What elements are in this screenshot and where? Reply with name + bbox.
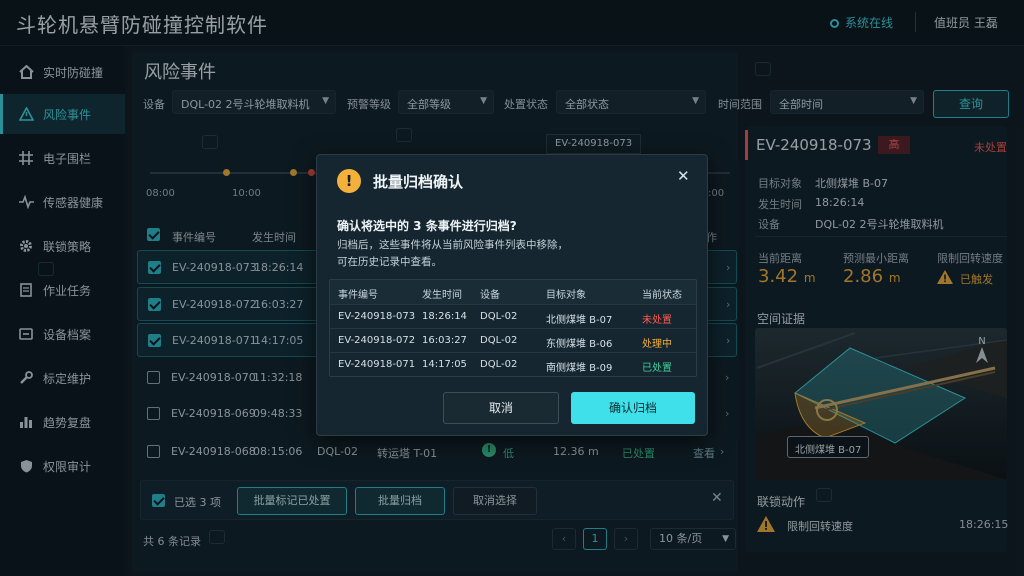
dialog-desc-line2: 可在历史记录中查看。 [337,256,442,268]
dialog-event-table: 事件编号 发生时间 设备 目标对象 当前状态 EV-240918-073 18:… [329,279,697,377]
dialog-row-target: 南侧煤堆 B-09 [546,363,613,374]
archive-confirm-dialog: ! 批量归档确认 ✕ 确认将选中的 3 条事件进行归档? 归档后，这些事件将从当… [316,154,708,436]
dialog-col-state: 当前状态 [642,290,682,301]
dialog-desc-line1: 归档后，这些事件将从当前风险事件列表中移除， [337,239,568,251]
dialog-row-device: DQL-02 [480,359,518,370]
close-icon[interactable]: ✕ [677,167,690,185]
dialog-row-device: DQL-02 [480,335,518,346]
dialog-row-time: 16:03:27 [422,335,467,346]
dialog-table-row: EV-240918-072 16:03:27 DQL-02 东侧煤堆 B-06 … [330,328,696,352]
dialog-table-header: 事件编号 发生时间 设备 目标对象 当前状态 [330,280,696,304]
app-window: 斗轮机悬臂防碰撞控制软件 系统在线 值班员 王磊 实时防碰撞 风险事件 电子围栏… [0,0,1024,576]
dialog-col-target: 目标对象 [546,290,586,301]
dialog-row-target: 北侧煤堆 B-07 [546,315,613,326]
dialog-row-device: DQL-02 [480,311,518,322]
dialog-question: 确认将选中的 3 条事件进行归档? [337,219,517,233]
dialog-row-id: EV-240918-071 [338,359,416,370]
dialog-row-state: 未处置 [642,315,672,326]
dialog-col-time: 发生时间 [422,290,462,301]
dialog-row-state: 处理中 [642,339,672,350]
confirm-archive-button[interactable]: 确认归档 [571,392,695,424]
warning-icon: ! [337,169,361,193]
dialog-table-row: EV-240918-071 14:17:05 DQL-02 南侧煤堆 B-09 … [330,352,696,376]
dialog-row-id: EV-240918-073 [338,311,416,322]
dialog-row-state: 已处置 [642,363,672,374]
dialog-col-device: 设备 [480,290,500,301]
dialog-row-target: 东侧煤堆 B-06 [546,339,613,350]
dialog-table-row: EV-240918-073 18:26:14 DQL-02 北侧煤堆 B-07 … [330,304,696,328]
dialog-title: 批量归档确认 [373,173,464,191]
cancel-button[interactable]: 取消 [443,392,559,424]
dialog-row-id: EV-240918-072 [338,335,416,346]
dialog-row-time: 18:26:14 [422,311,467,322]
dialog-col-id: 事件编号 [338,290,378,301]
dialog-row-time: 14:17:05 [422,359,467,370]
